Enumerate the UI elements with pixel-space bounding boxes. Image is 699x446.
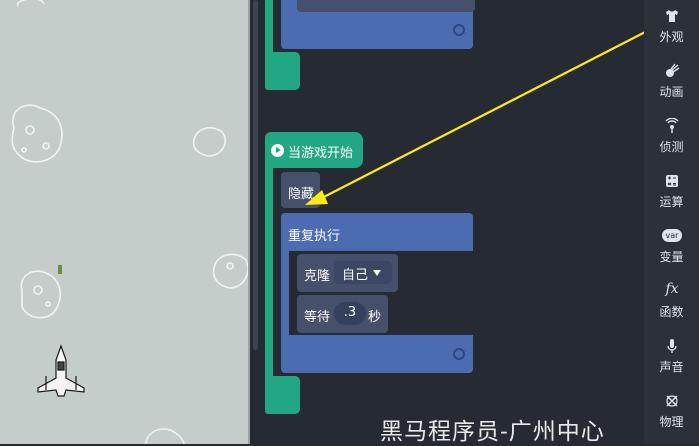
physics-icon [666, 395, 678, 407]
category-operators[interactable]: 运算 [644, 171, 699, 226]
category-label: 物理 [659, 415, 684, 429]
category-physics[interactable]: 物理 [644, 391, 699, 446]
comet-icon [666, 63, 680, 77]
category-label: 声音 [659, 360, 684, 374]
category-label: 外观 [659, 30, 684, 44]
category-looks[interactable]: 外观 [644, 6, 699, 61]
category-variables[interactable]: var 变量 [644, 226, 699, 281]
var-icon: var [662, 229, 682, 242]
category-sound[interactable]: 声音 [644, 336, 699, 391]
microphone-icon [667, 339, 677, 353]
category-functions[interactable]: fx 函数 [644, 281, 699, 336]
annotation-arrow [305, 25, 658, 205]
watermark-text: 黑马程序员-广州中心 [380, 419, 605, 445]
category-label: 动画 [659, 85, 684, 99]
fx-icon: fx [665, 281, 679, 297]
radar-icon [665, 118, 679, 133]
category-label: 变量 [659, 250, 684, 264]
block-category-sidebar: 外观 动画 侦测 运算 var 变量 fx 函数 声音 物理 [644, 0, 699, 444]
category-sensing[interactable]: 侦测 [644, 116, 699, 171]
category-animation[interactable]: 动画 [644, 61, 699, 116]
calculator-icon [666, 175, 678, 187]
shirt-icon [666, 10, 678, 22]
category-label: 侦测 [659, 140, 684, 154]
category-label: 运算 [659, 195, 684, 209]
category-label: 函数 [659, 305, 684, 319]
